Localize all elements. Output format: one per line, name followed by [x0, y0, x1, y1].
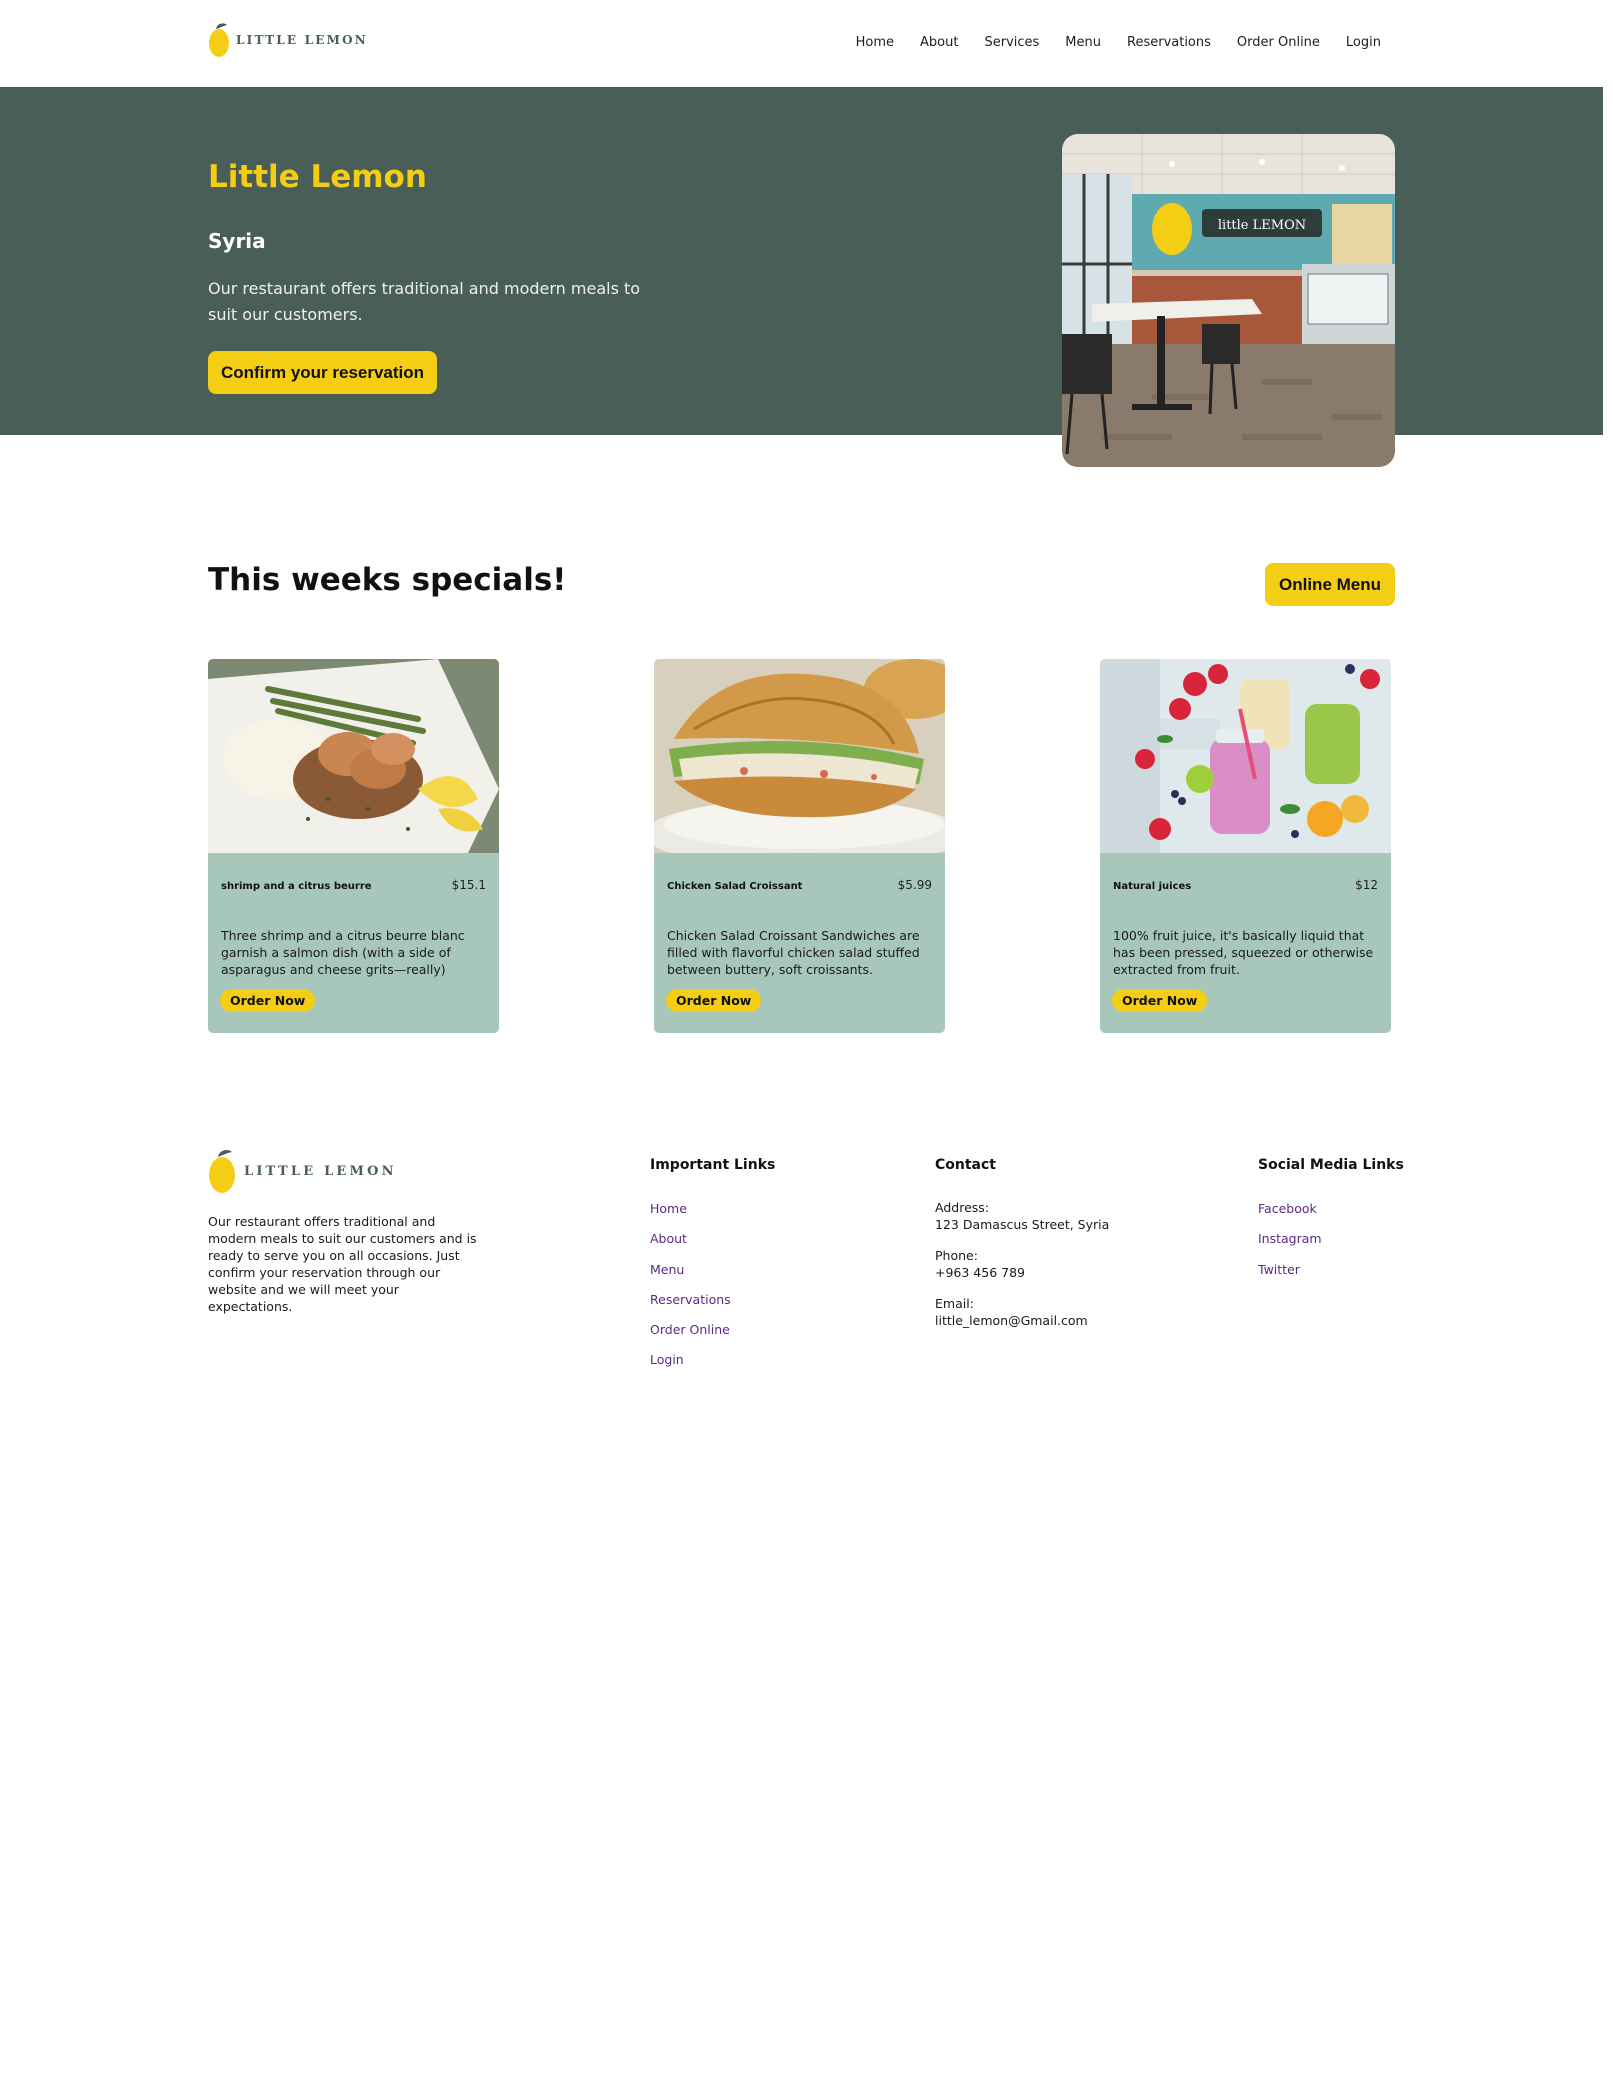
nav-services[interactable]: Services	[984, 35, 1039, 50]
header-logo[interactable]: LITTLE LEMON	[208, 22, 368, 58]
main-nav: Home About Services Menu Reservations Or…	[830, 35, 1381, 50]
address-value: 123 Damascus Street, Syria	[935, 1217, 1110, 1232]
list-item: Login	[650, 1349, 731, 1379]
confirm-reservation-button[interactable]: Confirm your reservation	[208, 351, 437, 394]
card-description: Chicken Salad Croissant Sandwiches are f…	[667, 928, 920, 977]
online-menu-button[interactable]: Online Menu	[1265, 563, 1395, 606]
list-item: Reservations	[650, 1289, 731, 1319]
important-links-list: Home About Menu Reservations Order Onlin…	[650, 1198, 731, 1380]
list-item: Menu	[650, 1259, 731, 1289]
card-price: $12	[1355, 878, 1378, 892]
footer-link-menu[interactable]: Menu	[650, 1262, 684, 1277]
card-title: Chicken Salad Croissant	[667, 881, 803, 892]
lemon-icon	[209, 1149, 235, 1193]
card-description: Three shrimp and a citrus beurre blanc g…	[221, 928, 465, 977]
fruit-juices-image	[1100, 659, 1391, 853]
contact-info: Address: 123 Damascus Street, Syria Phon…	[935, 1199, 1109, 1343]
card-description: 100% fruit juice, it's basically liquid …	[1113, 928, 1374, 977]
card-title: shrimp and a citrus beurre	[221, 881, 372, 892]
order-now-button[interactable]: Order Now	[666, 989, 762, 1012]
important-links-title: Important Links	[650, 1157, 776, 1173]
special-card-juices: Natural juices $12 100% fruit juice, it'…	[1100, 659, 1391, 1033]
hero-description: Our restaurant offers traditional and mo…	[208, 279, 641, 324]
card-title: Natural juices	[1113, 881, 1192, 892]
list-item: Facebook	[1258, 1198, 1322, 1228]
social-links-title: Social Media Links	[1258, 1157, 1404, 1173]
special-card-shrimp: shrimp and a citrus beurre $15.1 Three s…	[208, 659, 499, 1033]
nav-order-online[interactable]: Order Online	[1237, 35, 1320, 50]
footer-link-reservations[interactable]: Reservations	[650, 1292, 731, 1307]
contact-email: Email: little_lemon@Gmail.com	[935, 1295, 1109, 1329]
order-now-button[interactable]: Order Now	[1112, 989, 1208, 1012]
list-item: Instagram	[1258, 1228, 1322, 1258]
hero-city: Syria	[208, 229, 266, 253]
footer-link-login[interactable]: Login	[650, 1352, 684, 1367]
nav-reservations[interactable]: Reservations	[1127, 35, 1211, 50]
social-link-facebook[interactable]: Facebook	[1258, 1201, 1317, 1216]
footer-link-home[interactable]: Home	[650, 1201, 687, 1216]
nav-home[interactable]: Home	[856, 35, 894, 50]
list-item: About	[650, 1228, 731, 1258]
social-link-twitter[interactable]: Twitter	[1258, 1262, 1300, 1277]
footer-link-order-online[interactable]: Order Online	[650, 1322, 730, 1337]
phone-value: +963 456 789	[935, 1265, 1025, 1280]
footer-link-about[interactable]: About	[650, 1231, 687, 1246]
phone-label: Phone:	[935, 1248, 978, 1263]
nav-menu[interactable]: Menu	[1065, 35, 1101, 50]
list-item: Twitter	[1258, 1259, 1322, 1289]
card-price: $5.99	[897, 878, 932, 892]
address-label: Address:	[935, 1200, 989, 1215]
card-price: $15.1	[451, 878, 486, 892]
contact-title: Contact	[935, 1157, 996, 1173]
footer-logo-text: LITTLE LEMON	[244, 1163, 397, 1179]
email-label: Email:	[935, 1296, 974, 1311]
email-value: little_lemon@Gmail.com	[935, 1313, 1088, 1328]
footer-about-text: Our restaurant offers traditional and mo…	[208, 1214, 477, 1314]
social-link-instagram[interactable]: Instagram	[1258, 1231, 1322, 1246]
social-links-list: Facebook Instagram Twitter	[1258, 1198, 1322, 1289]
nav-about[interactable]: About	[920, 35, 958, 50]
contact-address: Address: 123 Damascus Street, Syria	[935, 1199, 1109, 1233]
list-item: Home	[650, 1198, 731, 1228]
special-card-croissant: Chicken Salad Croissant $5.99 Chicken Sa…	[654, 659, 945, 1033]
restaurant-interior-image: little LEMON	[1062, 134, 1395, 467]
specials-title: This weeks specials!	[208, 562, 567, 598]
contact-phone: Phone: +963 456 789	[935, 1247, 1109, 1281]
shrimp-dish-image	[208, 659, 499, 853]
header-logo-text: LITTLE LEMON	[236, 33, 368, 47]
footer-logo[interactable]: LITTLE LEMON	[208, 1148, 397, 1194]
svg-text:little LEMON: little LEMON	[1218, 218, 1306, 233]
hero-title: Little Lemon	[208, 159, 427, 195]
order-now-button[interactable]: Order Now	[220, 989, 316, 1012]
site-header: LITTLE LEMON Home About Services Menu Re…	[0, 0, 1613, 87]
nav-login[interactable]: Login	[1346, 35, 1381, 50]
list-item: Order Online	[650, 1319, 731, 1349]
lemon-icon	[209, 23, 229, 57]
croissant-sandwich-image	[654, 659, 945, 869]
